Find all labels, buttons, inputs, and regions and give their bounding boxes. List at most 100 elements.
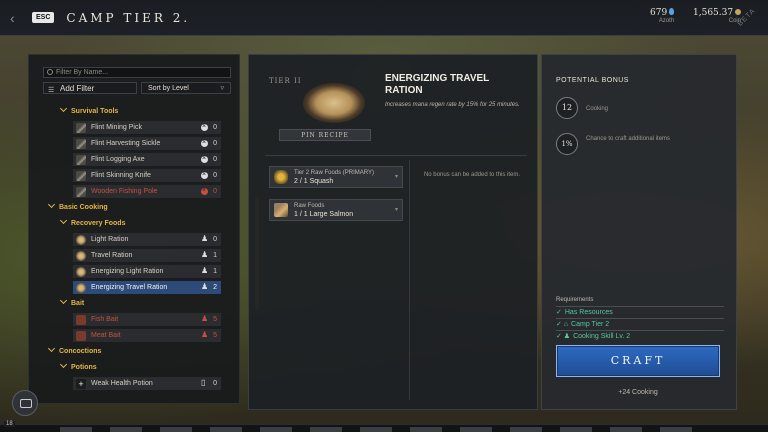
recipe-name: Wooden Fishing Pole	[91, 188, 158, 195]
category-label: Recovery Foods	[71, 220, 126, 227]
unavailable-icon	[201, 152, 208, 166]
azoth-icon	[669, 8, 675, 15]
requirement-cooking-skill: ✓ ♟ Cooking Skill Lv. 2	[556, 332, 630, 340]
tier-label: TIER II	[269, 77, 302, 85]
hotbar-slot[interactable]	[560, 427, 592, 432]
recipe-list-item[interactable]: Meat Bait 5	[73, 328, 221, 343]
hotbar-slot[interactable]	[610, 427, 642, 432]
coin-counter: 1,565.37 Coin	[693, 8, 742, 24]
craftable-count: 5	[213, 332, 217, 339]
pin-recipe-button[interactable]: PIN RECIPE	[279, 129, 371, 141]
craft-button[interactable]: CRAFT	[556, 345, 720, 377]
add-filter-button[interactable]: ☰ Add Filter	[43, 82, 137, 94]
ingredient-name: Raw Foods	[294, 203, 325, 209]
craftable-icon	[201, 312, 208, 326]
hotbar-slot[interactable]	[160, 427, 192, 432]
hotbar-slot[interactable]	[410, 427, 442, 432]
recipe-name: Energizing Travel Ration	[91, 284, 168, 291]
filter-icon: ☰	[48, 87, 55, 94]
potential-bonus-title: POTENTIAL BONUS	[556, 77, 629, 84]
ingredient-slot-secondary[interactable]: Raw Foods 1 / 1 Large Salmon ▾	[269, 199, 403, 221]
recipe-name: Light Ration	[91, 236, 129, 243]
craftable-count: 0	[213, 236, 217, 243]
hotbar-strip	[0, 424, 768, 432]
divider	[409, 160, 410, 400]
recipe-list-panel: Filter By Name... ☰ Add Filter Sort by L…	[28, 54, 259, 404]
sort-dropdown[interactable]: Sort by Level ▿	[141, 82, 231, 94]
chevron-down-icon: ▾	[394, 207, 398, 213]
item-thumbnail-icon	[76, 187, 86, 197]
hotbar-slot[interactable]	[460, 427, 492, 432]
hotbar-slot[interactable]	[60, 427, 92, 432]
category-label: Concoctions	[59, 348, 102, 355]
hotbar-slot[interactable]	[110, 427, 142, 432]
check-icon: ✓	[556, 309, 562, 316]
subcategory-header[interactable]: Survival Tools	[59, 104, 119, 119]
unavailable-icon	[201, 168, 208, 182]
azoth-value: 679	[650, 8, 668, 18]
screen-title: CAMP TIER 2.	[66, 10, 191, 25]
recipe-list-item[interactable]: Flint Logging Axe 0	[73, 152, 221, 167]
category-label: Bait	[71, 300, 85, 307]
hotbar-slot[interactable]	[310, 427, 342, 432]
requirements-title: Requirements	[556, 297, 594, 303]
divider	[556, 330, 724, 331]
recipe-list-item[interactable]: Energizing Travel Ration 2	[73, 280, 221, 295]
bonus-chance-label: Chance to craft additional items	[586, 136, 671, 142]
item-thumbnail-icon	[76, 267, 86, 277]
search-icon	[47, 69, 53, 75]
hotbar-slot[interactable]	[260, 427, 292, 432]
unavailable-icon	[201, 184, 208, 198]
check-icon: ✓ ⌂	[556, 321, 569, 328]
category-label: Basic Cooking	[59, 204, 108, 211]
divider	[265, 155, 527, 156]
recipe-list-item[interactable]: Flint Harvesting Sickle 0	[73, 136, 221, 151]
recipe-name: Flint Skinning Knife	[91, 172, 151, 179]
recipe-name: Fish Bait	[91, 316, 119, 323]
recipe-list-item[interactable]: Energizing Light Ration 1	[73, 264, 221, 279]
back-chevron-icon[interactable]: ‹	[10, 10, 26, 26]
hotbar-slot[interactable]	[660, 427, 692, 432]
item-thumbnail-icon	[76, 315, 86, 325]
hotbar-slot[interactable]	[210, 427, 242, 432]
xp-gain-label: +24 Cooking	[618, 389, 658, 396]
unavailable-icon	[201, 136, 208, 150]
recipe-description: Increases mana regen rate by 15% for 25 …	[385, 102, 520, 108]
item-thumbnail-icon	[76, 235, 86, 245]
recipe-list-item[interactable]: + Weak Health Potion 0	[73, 376, 221, 391]
category-header[interactable]: Basic Cooking	[47, 200, 108, 215]
recipe-list-item[interactable]: Wooden Fishing Pole 0	[73, 184, 221, 199]
recipe-list-item[interactable]: Fish Bait 5	[73, 312, 221, 327]
expand-chevron-icon	[59, 296, 68, 305]
category-header[interactable]: Concoctions	[47, 344, 102, 359]
category-label: Survival Tools	[71, 108, 119, 115]
subcategory-header[interactable]: Bait	[59, 296, 85, 311]
recipe-list-item[interactable]: Flint Skinning Knife 0	[73, 168, 221, 183]
item-thumbnail-icon	[76, 139, 86, 149]
requirement-label: Has Resources	[564, 309, 613, 316]
craftable-count: 2	[213, 284, 217, 291]
item-thumbnail-icon	[76, 123, 86, 133]
expand-chevron-icon	[59, 360, 68, 369]
recipe-list-item[interactable]: Flint Mining Pick 0	[73, 120, 221, 135]
subcategory-header[interactable]: Recovery Foods	[59, 216, 126, 231]
subcategory-header[interactable]: Potions	[59, 360, 97, 375]
chat-button[interactable]	[12, 390, 38, 416]
hotbar-slot[interactable]	[510, 427, 542, 432]
chat-icon	[20, 399, 32, 408]
recipe-list-item[interactable]: Travel Ration 1	[73, 248, 221, 263]
recipe-name: Energizing Light Ration	[91, 268, 164, 275]
hotbar-slot[interactable]	[360, 427, 392, 432]
category-label: Potions	[71, 364, 97, 371]
salmon-icon	[274, 203, 288, 217]
check-icon: ✓ ♟	[556, 333, 571, 340]
recipe-item-image	[303, 83, 365, 123]
recipe-list-item[interactable]: Light Ration 0	[73, 232, 221, 247]
esc-key-badge[interactable]: ESC	[32, 12, 55, 23]
recipe-name: Flint Mining Pick	[91, 124, 142, 131]
ingredient-slot-primary[interactable]: Tier 2 Raw Foods (PRIMARY) 2 / 1 Squash …	[269, 166, 403, 188]
recipe-book-icon	[201, 376, 208, 390]
skill-level-badge: 12	[556, 97, 578, 119]
filter-by-name-input[interactable]: Filter By Name...	[43, 67, 231, 78]
bonus-chance-badge: 1%	[556, 133, 578, 155]
